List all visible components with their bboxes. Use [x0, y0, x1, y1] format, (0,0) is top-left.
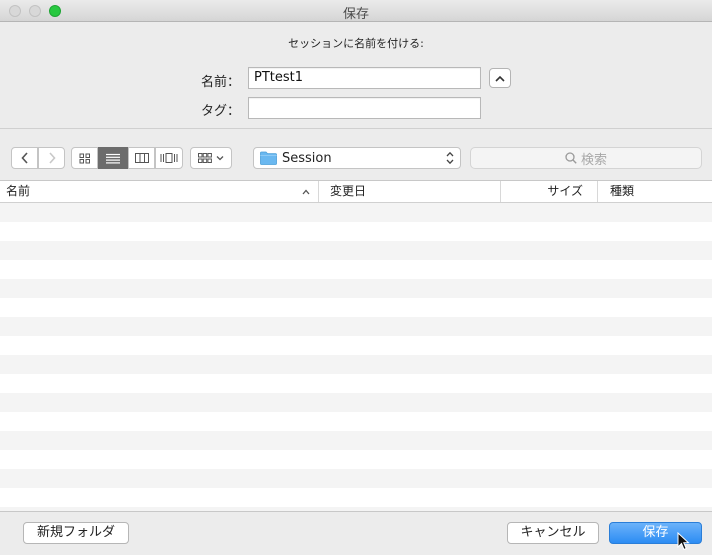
table-row: [0, 241, 712, 260]
list-view-button[interactable]: [98, 147, 128, 169]
mouse-pointer-icon: [677, 532, 690, 551]
search-icon: [565, 152, 577, 164]
new-folder-button[interactable]: 新規フォルダ: [23, 522, 129, 544]
gallery-view-button[interactable]: [155, 147, 183, 169]
tags-field[interactable]: [248, 97, 481, 119]
search-placeholder: 検索: [580, 152, 607, 168]
tags-label: タグ：: [200, 104, 240, 119]
chevron-right-icon: [48, 152, 56, 164]
table-header: 名前 変更日 サイズ 種類: [0, 181, 712, 203]
table-row: [0, 317, 712, 336]
table-row: [0, 507, 712, 511]
divider: [0, 128, 712, 129]
cover-flow-icon: [160, 153, 178, 163]
title-bar: 保存: [0, 0, 712, 22]
chevron-up-icon: [495, 75, 505, 82]
columns-icon: [134, 153, 149, 163]
table-row: [0, 222, 712, 241]
chevron-down-icon: [216, 156, 224, 161]
table-row: [0, 203, 712, 222]
table-row: [0, 469, 712, 488]
arrange-grid-icon: [198, 153, 212, 163]
column-header-size[interactable]: サイズ: [500, 181, 597, 202]
table-row: [0, 488, 712, 507]
folder-icon: [260, 151, 277, 165]
search-field[interactable]: 検索: [470, 147, 702, 169]
sort-ascending-icon: [302, 189, 310, 195]
table-row: [0, 431, 712, 450]
table-rows: [0, 203, 712, 511]
file-table[interactable]: 名前 変更日 サイズ 種類: [0, 180, 712, 512]
name-label: 名前：: [200, 75, 240, 90]
table-row: [0, 412, 712, 431]
chevron-left-icon: [20, 152, 28, 164]
column-header-name[interactable]: 名前: [0, 181, 318, 202]
name-field[interactable]: PTtest1: [248, 67, 481, 89]
cancel-button[interactable]: キャンセル: [507, 522, 599, 544]
list-icon: [106, 153, 120, 163]
expand-dialog-button[interactable]: [489, 68, 511, 88]
grid-icon: [79, 153, 90, 163]
back-button[interactable]: [11, 147, 38, 169]
table-row: [0, 355, 712, 374]
save-prompt: セッションに名前を付ける:: [288, 37, 424, 50]
table-row: [0, 393, 712, 412]
table-row: [0, 298, 712, 317]
column-header-modified[interactable]: 変更日: [318, 181, 500, 202]
forward-button[interactable]: [38, 147, 65, 169]
location-label: Session: [282, 150, 332, 166]
table-row: [0, 336, 712, 355]
location-popup[interactable]: Session: [253, 147, 461, 169]
table-row: [0, 260, 712, 279]
column-header-kind[interactable]: 種類: [597, 181, 712, 202]
up-down-arrows-icon: [446, 151, 454, 165]
table-row: [0, 279, 712, 298]
table-row: [0, 374, 712, 393]
arrange-button[interactable]: [190, 147, 232, 169]
column-view-button[interactable]: [128, 147, 155, 169]
icon-view-button[interactable]: [71, 147, 98, 169]
window-title: 保存: [342, 7, 369, 22]
table-row: [0, 450, 712, 469]
